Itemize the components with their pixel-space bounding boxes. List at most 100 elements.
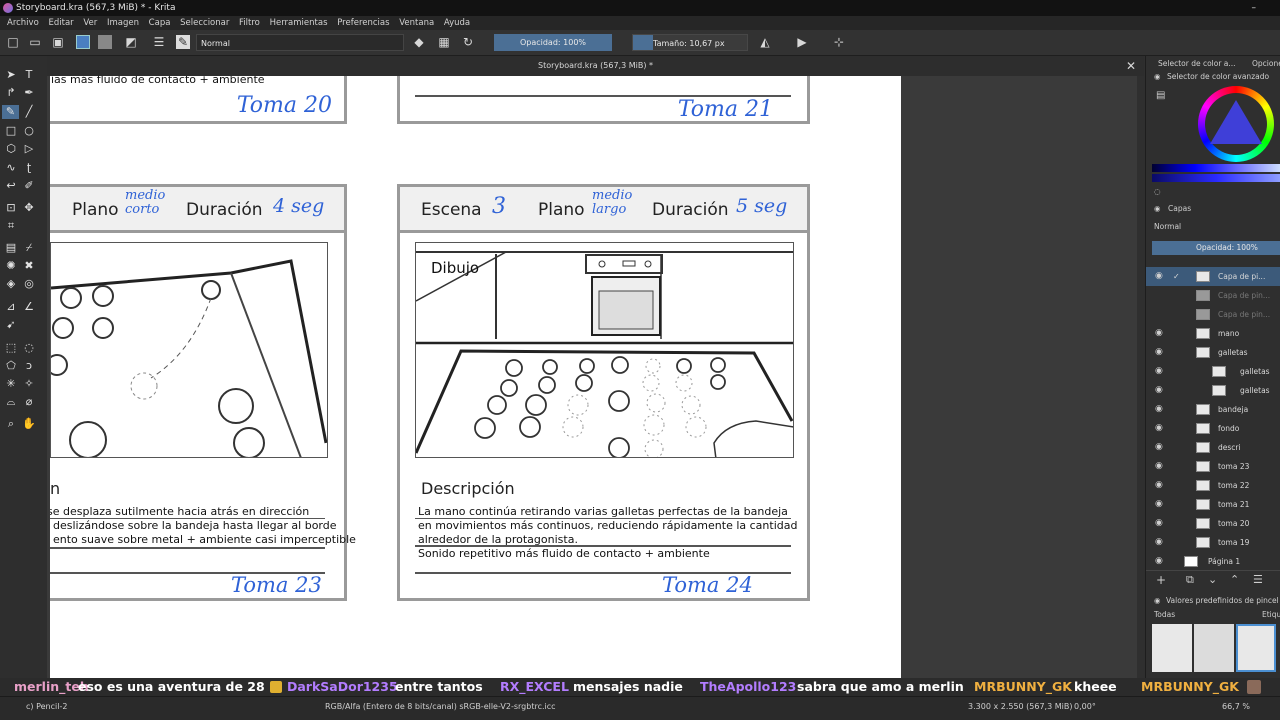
menu-archivo[interactable]: Archivo xyxy=(7,16,39,30)
rotation-label[interactable]: 0,00° xyxy=(1074,697,1096,717)
menu-filtro[interactable]: Filtro xyxy=(239,16,260,30)
move-down-icon[interactable]: ⌄ xyxy=(1208,573,1217,586)
brush-preset-icon[interactable]: ✎ xyxy=(176,35,190,49)
menu-ayuda[interactable]: Ayuda xyxy=(444,16,470,30)
eye-icon[interactable]: ◉ xyxy=(1155,343,1163,362)
layer-item[interactable]: Capa de pin... xyxy=(1146,286,1280,305)
layer-item[interactable]: ◉ toma 19 xyxy=(1146,533,1280,552)
menu-ventana[interactable]: Ventana xyxy=(399,16,434,30)
brush-settings-icon[interactable]: ☰ xyxy=(152,35,166,49)
freehand-brush-tool-icon[interactable]: ✎ xyxy=(2,105,19,119)
opacity-slider[interactable]: Opacidad: 100% xyxy=(494,34,612,51)
minimize-icon[interactable]: – xyxy=(1252,0,1257,16)
close-document-icon[interactable]: ✕ xyxy=(1126,56,1136,76)
polyline-tool-icon[interactable]: ▷ xyxy=(22,142,36,156)
ellipse-tool-icon[interactable]: ○ xyxy=(22,124,36,138)
menu-herramientas[interactable]: Herramientas xyxy=(270,16,328,30)
pattern-icon[interactable] xyxy=(98,35,112,49)
canvas-area[interactable]: ias más fluido de contacto + ambiente To… xyxy=(47,76,1137,696)
layer-item[interactable]: ◉ galletas xyxy=(1146,362,1280,381)
freehand-selection-tool-icon[interactable]: ↄ xyxy=(22,359,36,373)
wrap-around-icon[interactable]: ⊹ xyxy=(832,35,846,49)
gradient-icon[interactable] xyxy=(76,35,90,49)
layer-item[interactable]: ◉ ✓ Capa de pi... xyxy=(1146,267,1280,286)
menu-capa[interactable]: Capa xyxy=(149,16,171,30)
color-selector-tab[interactable]: Selector de color a... xyxy=(1158,59,1236,68)
color-saturation-bar[interactable] xyxy=(1152,174,1280,182)
layer-item[interactable]: ◉ toma 21 xyxy=(1146,495,1280,514)
select-shapes-tool-icon[interactable]: ➤ xyxy=(4,68,18,82)
bezier-tool-icon[interactable]: ∿ xyxy=(4,161,18,175)
brush-tag-select[interactable]: Etiqu xyxy=(1262,610,1280,619)
line-tool-icon[interactable]: ╱ xyxy=(22,105,36,119)
layer-item[interactable]: ◉ galletas xyxy=(1146,381,1280,400)
brush-preset-item-selected[interactable] xyxy=(1236,624,1276,672)
menu-imagen[interactable]: Imagen xyxy=(107,16,139,30)
polygon-tool-icon[interactable]: ⬡ xyxy=(4,142,18,156)
layer-item[interactable]: ◉ toma 22 xyxy=(1146,476,1280,495)
eye-icon[interactable]: ◉ xyxy=(1155,457,1163,476)
text-tool-icon[interactable]: T xyxy=(22,68,36,82)
reference-images-tool-icon[interactable]: ◎ xyxy=(22,277,36,291)
menu-ver[interactable]: Ver xyxy=(83,16,97,30)
storyboard-page[interactable]: ias más fluido de contacto + ambiente To… xyxy=(50,76,901,696)
freehand-path-tool-icon[interactable]: ʈ xyxy=(22,161,36,175)
float-icon[interactable]: ◉ xyxy=(1154,72,1161,81)
layer-item[interactable]: ◉ mano xyxy=(1146,324,1280,343)
eye-icon[interactable]: ◉ xyxy=(1155,267,1163,286)
color-swap-icon[interactable]: ◩ xyxy=(124,35,138,49)
rectangle-tool-icon[interactable]: □ xyxy=(4,124,18,138)
pan-tool-icon[interactable]: ✋ xyxy=(22,417,36,431)
color-settings-icon[interactable]: ▤ xyxy=(1156,90,1165,101)
layer-opacity-slider[interactable]: Opacidad: 100% xyxy=(1152,241,1280,255)
color-wheel[interactable] xyxy=(1198,86,1274,162)
alpha-lock-icon[interactable]: ▦ xyxy=(437,35,451,49)
eye-icon[interactable]: ◉ xyxy=(1155,438,1163,457)
fill-tool-icon[interactable]: ◈ xyxy=(4,277,18,291)
blend-mode-select[interactable]: Normal xyxy=(196,34,404,51)
color-value-bar[interactable] xyxy=(1152,164,1280,172)
layer-item[interactable]: ◉ descri xyxy=(1146,438,1280,457)
perspective-tool-icon[interactable]: ∠ xyxy=(22,300,36,314)
zoom-tool-icon[interactable]: ⌕ xyxy=(4,417,18,431)
layer-menu-icon[interactable]: ☰ xyxy=(1253,573,1263,586)
open-folder-icon[interactable]: ▭ xyxy=(28,35,42,49)
crop-tool-icon[interactable]: ⌗ xyxy=(4,219,18,233)
assistant-tool-icon[interactable]: ✖ xyxy=(22,259,36,273)
layer-item[interactable]: ◉ Página 1 xyxy=(1146,552,1280,571)
eye-icon[interactable]: ◉ xyxy=(1155,381,1163,400)
layer-item[interactable]: ◉ fondo xyxy=(1146,419,1280,438)
menu-preferencias[interactable]: Preferencias xyxy=(337,16,389,30)
multibrush-tool-icon[interactable]: ✐ xyxy=(22,179,36,193)
layer-item[interactable]: ◉ toma 20 xyxy=(1146,514,1280,533)
eye-icon[interactable]: ◉ xyxy=(1155,495,1163,514)
zoom-label[interactable]: 66,7 % xyxy=(1222,697,1250,717)
brush-filter-select[interactable]: Todas xyxy=(1154,610,1175,619)
eye-icon[interactable]: ◉ xyxy=(1155,419,1163,438)
polygon-selection-tool-icon[interactable]: ⬠ xyxy=(4,359,18,373)
history-icon[interactable]: ◌ xyxy=(1154,187,1161,196)
layer-list[interactable]: ◉ ✓ Capa de pi... Capa de pin... Capa de p… xyxy=(1146,258,1280,578)
add-layer-icon[interactable]: + xyxy=(1156,573,1166,587)
eye-icon[interactable]: ◉ xyxy=(1155,362,1163,381)
similar-selection-tool-icon[interactable]: ✧ xyxy=(22,377,36,391)
edit-shapes-tool-icon[interactable]: ↱ xyxy=(4,86,18,100)
duplicate-layer-icon[interactable]: ⧉ xyxy=(1186,573,1194,587)
eye-icon[interactable]: ◉ xyxy=(1155,324,1163,343)
move-up-icon[interactable]: ⌃ xyxy=(1230,573,1239,586)
ellipse-selection-tool-icon[interactable]: ◌ xyxy=(22,341,36,355)
current-brush-label[interactable]: c) Pencil-2 xyxy=(26,697,67,717)
eye-icon[interactable]: ◉ xyxy=(1155,476,1163,495)
dynamic-brush-tool-icon[interactable]: ↩ xyxy=(4,179,18,193)
new-document-icon[interactable]: □ xyxy=(6,35,20,49)
layer-item[interactable]: ◉ galletas xyxy=(1146,343,1280,362)
transform-tool-icon[interactable]: ⊡ xyxy=(4,201,18,215)
float-icon[interactable]: ◉ xyxy=(1154,204,1161,213)
color-picker-tool-icon[interactable]: ⌿ xyxy=(22,241,36,255)
document-tab[interactable]: Storyboard.kra (567,3 MiB) * ✕ xyxy=(47,56,1144,76)
mirror-vertical-icon[interactable]: ▶ xyxy=(795,35,809,49)
smart-patch-tool-icon[interactable]: ✺ xyxy=(4,259,18,273)
layer-item[interactable]: ◉ bandeja xyxy=(1146,400,1280,419)
eye-icon[interactable]: ◉ xyxy=(1155,552,1163,571)
size-slider[interactable]: Tamaño: 10,67 px xyxy=(632,34,748,51)
